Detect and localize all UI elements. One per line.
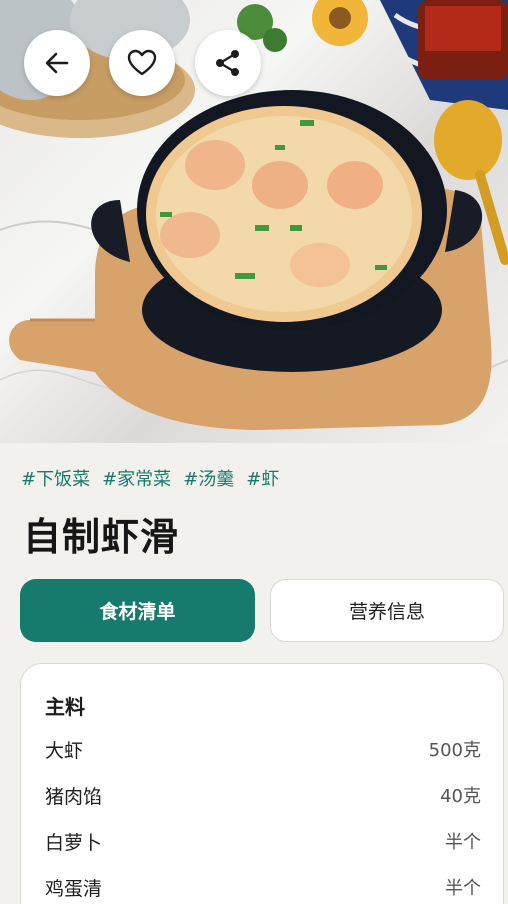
ingredient-amount: 半个 bbox=[445, 878, 481, 899]
ingredient-row: 白萝卜 半个 bbox=[45, 826, 481, 856]
ingredient-row: 鸡蛋清 半个 bbox=[45, 872, 481, 902]
tag-link[interactable]: #下饭菜 bbox=[21, 465, 90, 491]
ingredient-name: 大虾 bbox=[45, 739, 84, 762]
tag-link[interactable]: #虾 bbox=[246, 465, 279, 491]
share-icon bbox=[216, 50, 239, 76]
recipe-hero-image bbox=[0, 0, 508, 443]
ingredients-card: 主料 大虾 500克 猪肉馅 40克 白萝卜 半个 鸡蛋清 半个 bbox=[20, 663, 504, 904]
ingredient-name: 猪肉馅 bbox=[45, 785, 103, 808]
share-button[interactable] bbox=[195, 30, 261, 96]
tag-link[interactable]: #家常菜 bbox=[102, 465, 171, 491]
ingredient-name: 鸡蛋清 bbox=[45, 877, 103, 900]
back-button[interactable] bbox=[24, 30, 90, 96]
ingredient-amount: 40克 bbox=[440, 786, 481, 807]
recipe-title: 自制虾滑 bbox=[23, 515, 180, 559]
arrow-left-icon bbox=[45, 52, 69, 74]
ingredient-amount: 半个 bbox=[445, 832, 481, 853]
tag-link[interactable]: #汤羹 bbox=[183, 465, 234, 491]
section-title-main-ingredients: 主料 bbox=[45, 695, 85, 719]
recipe-tags: #下饭菜 #家常菜 #汤羹 #虾 bbox=[21, 465, 279, 491]
ingredient-amount: 500克 bbox=[428, 740, 481, 761]
ingredient-row: 大虾 500克 bbox=[45, 734, 481, 764]
ingredient-row: 猪肉馅 40克 bbox=[45, 780, 481, 810]
heart-outline-icon bbox=[127, 49, 157, 76]
favorite-button[interactable] bbox=[109, 30, 175, 96]
tab-nutrition[interactable]: 营养信息 bbox=[270, 579, 504, 642]
tab-ingredients[interactable]: 食材清单 bbox=[20, 579, 255, 642]
ingredient-name: 白萝卜 bbox=[45, 831, 103, 854]
